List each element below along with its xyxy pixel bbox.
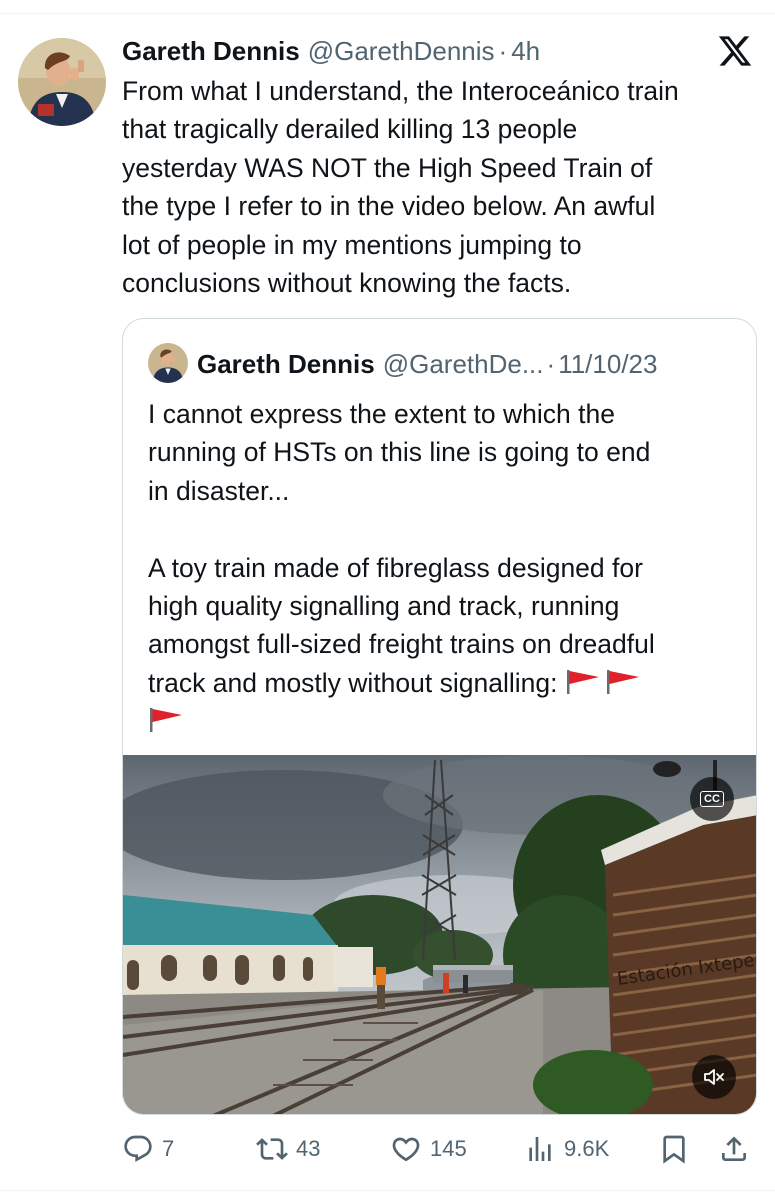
quoted-tweet-text-block: I cannot express the extent to which the…: [148, 395, 738, 741]
repost-icon: [256, 1138, 288, 1160]
quoted-header-separator: ·: [546, 349, 556, 379]
tweet-action-bar: 7 43 145 9.6K: [122, 1127, 757, 1171]
tweet-timestamp[interactable]: 4h: [511, 34, 540, 68]
like-count: 145: [430, 1136, 467, 1161]
reply-count: 7: [162, 1136, 175, 1161]
repost-button[interactable]: 43: [256, 1127, 320, 1171]
quoted-author-avatar[interactable]: [148, 343, 188, 383]
bottom-divider: [0, 1190, 775, 1191]
quoted-author-name[interactable]: Gareth Dennis: [197, 347, 375, 381]
quoted-tweet-header: Gareth Dennis @GarethDe... · 11/10/23: [197, 347, 657, 381]
triangular-flag-icon: [150, 708, 182, 733]
author-handle[interactable]: @GarethDennis: [308, 34, 495, 68]
video-thumbnail: Estación Ixtepec: [123, 755, 756, 1114]
mute-button[interactable]: [692, 1055, 736, 1099]
author-avatar[interactable]: [18, 38, 106, 126]
quoted-author-avatar-image: [148, 343, 188, 383]
views-button[interactable]: 9.6K: [524, 1127, 609, 1171]
quoted-tweet-text: I cannot express the extent to which the…: [148, 399, 655, 698]
triangular-flag-icon: [606, 669, 639, 694]
repost-count: 43: [296, 1136, 321, 1161]
bookmark-icon: [663, 1135, 685, 1164]
tweet-text: From what I understand, the Interoceánic…: [122, 76, 679, 299]
heart-icon: [392, 1137, 420, 1162]
author-avatar-image: [18, 38, 106, 126]
share-button[interactable]: [718, 1127, 750, 1171]
quoted-tweet-date[interactable]: 11/10/23: [558, 347, 657, 381]
author-name[interactable]: Gareth Dennis: [122, 34, 300, 68]
quoted-author-handle[interactable]: @GarethDe...: [383, 347, 544, 381]
reply-icon: [124, 1135, 152, 1162]
like-button[interactable]: 145: [390, 1127, 467, 1171]
bookmark-button[interactable]: [658, 1127, 690, 1171]
triangular-flag-icon: [566, 669, 599, 694]
reply-button[interactable]: 7: [122, 1127, 174, 1171]
views-count: 9.6K: [564, 1136, 610, 1161]
video-player[interactable]: Estación Ixtepec CC: [123, 755, 756, 1114]
speaker-muted-icon: [704, 1069, 724, 1085]
share-icon: [722, 1136, 746, 1161]
x-logo-icon[interactable]: [716, 33, 754, 69]
captions-label: CC: [700, 791, 724, 807]
captions-button[interactable]: CC: [690, 777, 734, 821]
header-separator: ·: [498, 36, 508, 66]
tweet-header: Gareth Dennis @GarethDennis · 4h: [122, 34, 540, 68]
views-chart-icon: [529, 1137, 551, 1161]
top-divider: [0, 13, 775, 14]
quoted-tweet-card[interactable]: Gareth Dennis @GarethDe... · 11/10/23 I …: [122, 318, 757, 1115]
